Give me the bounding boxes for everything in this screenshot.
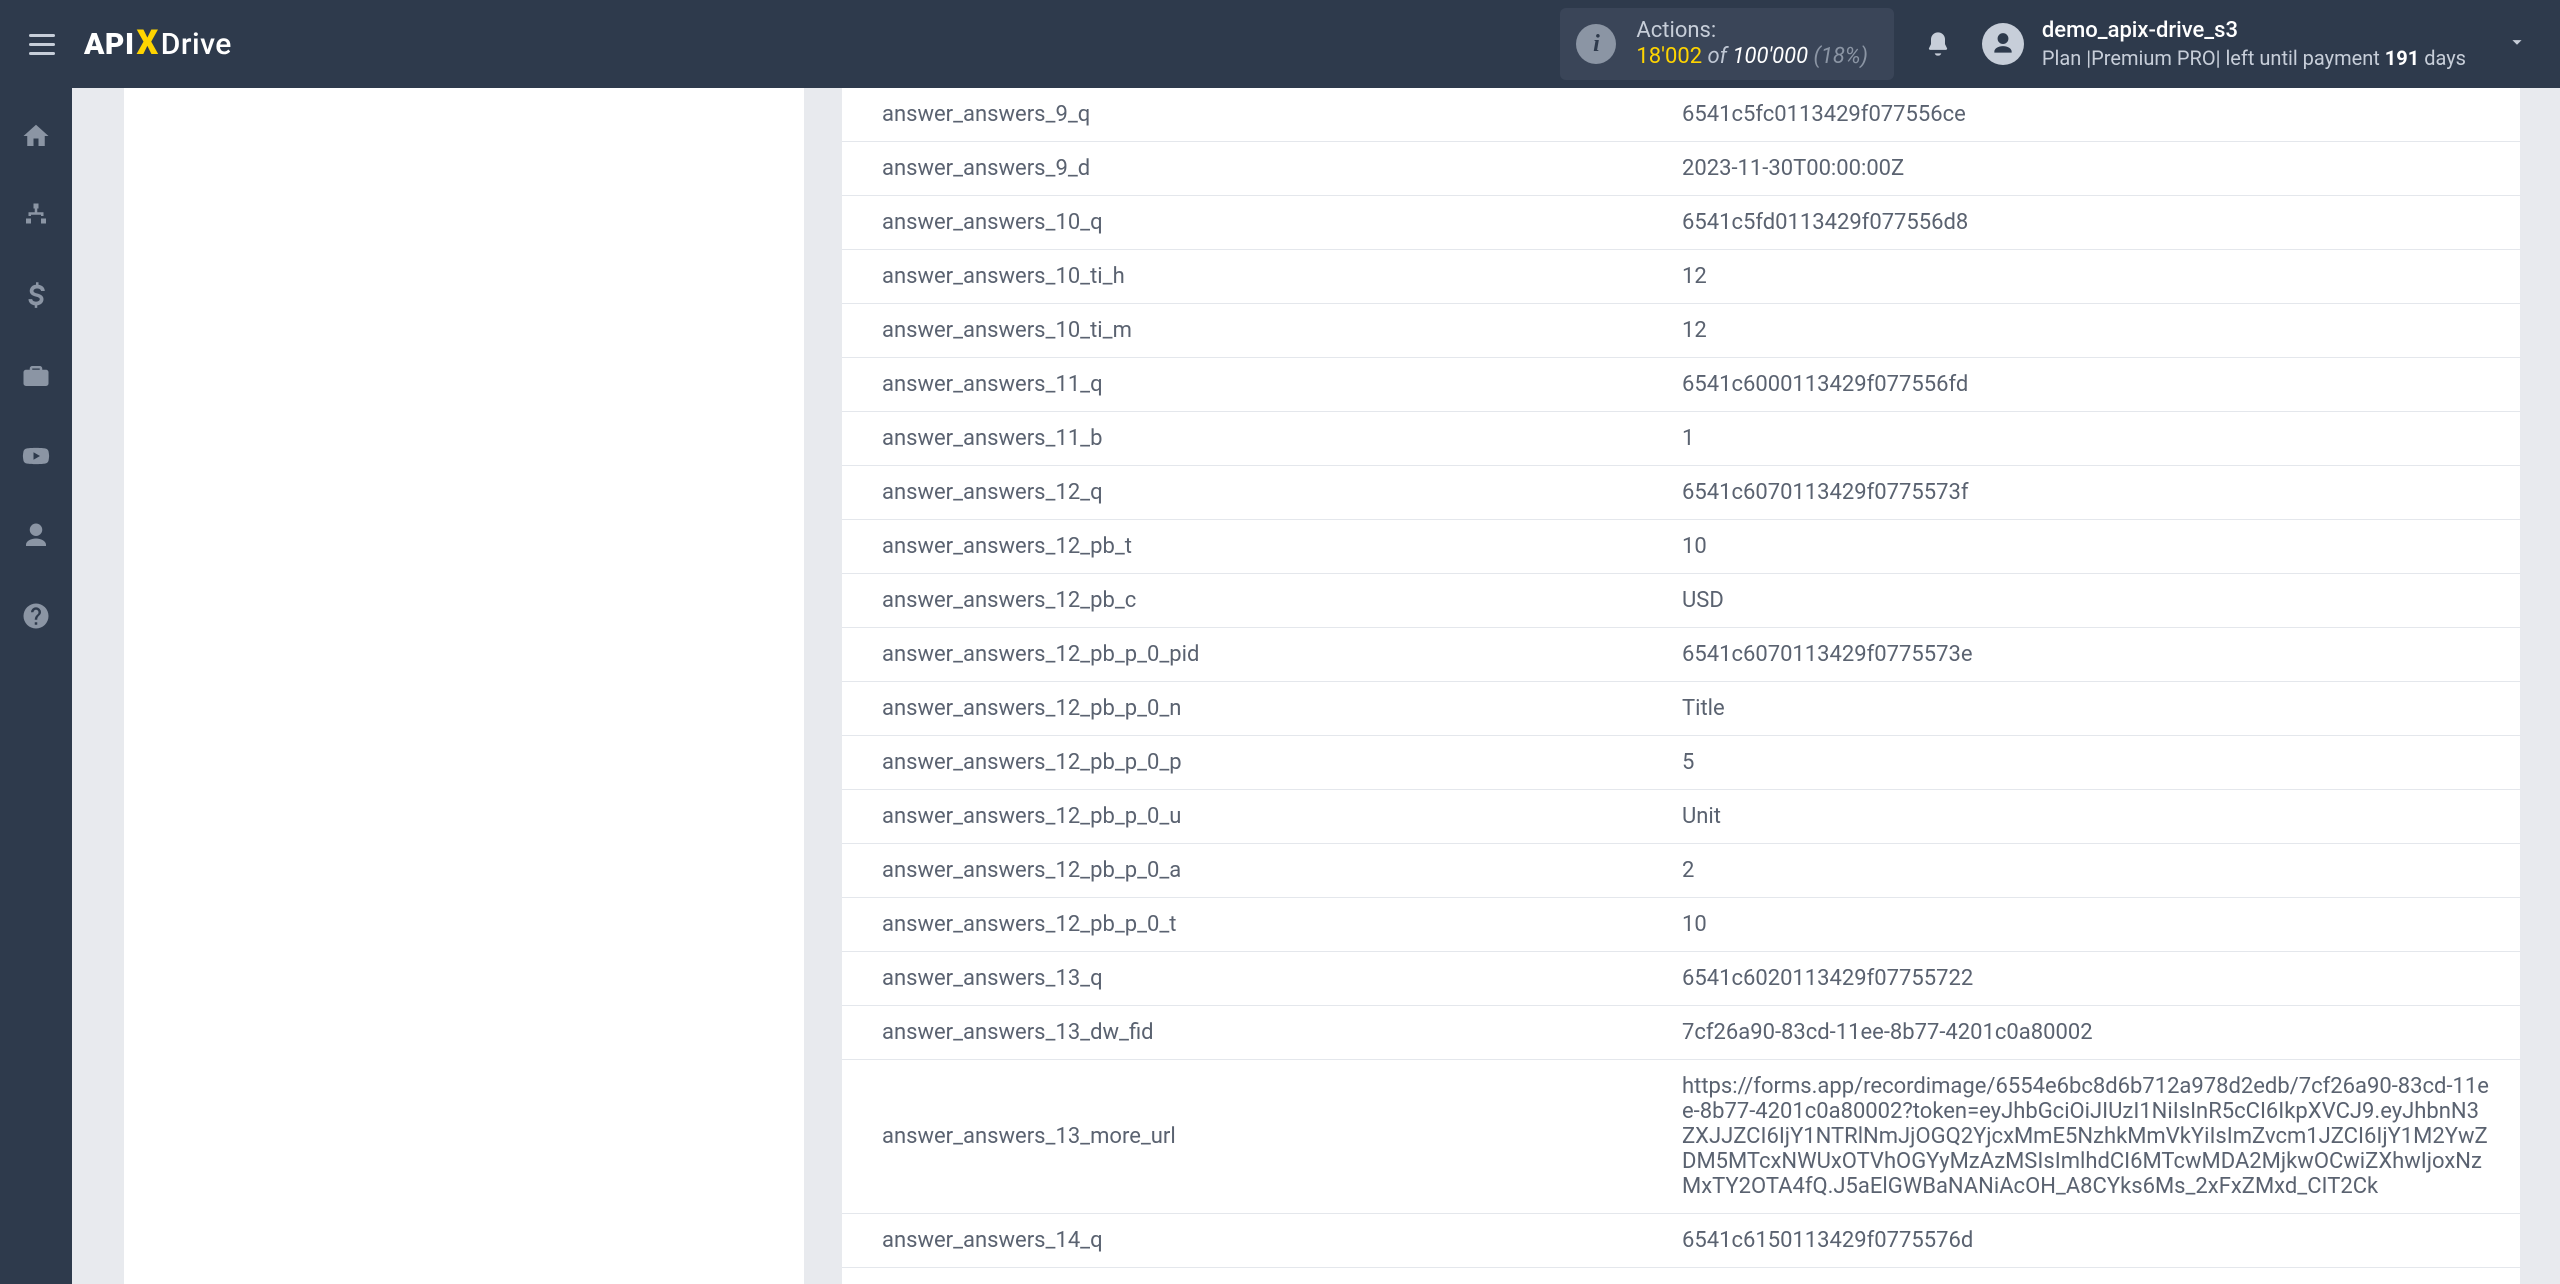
- table-row: answer_answers_12_pb_p_0_nTitle: [842, 682, 2520, 736]
- logo-x: X: [137, 23, 159, 63]
- table-row: answer_answers_14_g_0_c_0_cid6541c615011…: [842, 1268, 2520, 1284]
- row-key: answer_answers_12_pb_p_0_u: [842, 790, 1682, 844]
- row-key: answer_answers_11_q: [842, 358, 1682, 412]
- sitemap-icon[interactable]: [16, 196, 56, 236]
- info-icon: i: [1576, 24, 1616, 64]
- row-value: 6541c6070113429f0775573f: [1682, 466, 2520, 520]
- actions-text: Actions: 18'002 of 100'000 (18%): [1636, 18, 1868, 71]
- row-value: 10: [1682, 898, 2520, 952]
- question-icon[interactable]: [16, 596, 56, 636]
- table-row: answer_answers_12_pb_p_0_a2: [842, 844, 2520, 898]
- row-value: 2023-11-30T00:00:00Z: [1682, 142, 2520, 196]
- row-key: answer_answers_12_pb_c: [842, 574, 1682, 628]
- left-panel: [124, 88, 804, 1284]
- row-key: answer_answers_11_b: [842, 412, 1682, 466]
- row-key: answer_answers_13_q: [842, 952, 1682, 1006]
- username: demo_apix-drive_s3: [2042, 17, 2466, 46]
- row-key: answer_answers_14_g_0_c_0_cid: [842, 1268, 1682, 1284]
- chevron-down-icon[interactable]: [2506, 31, 2528, 57]
- row-value: 6541c6150113429f0775576a: [1682, 1268, 2520, 1284]
- row-value: 6541c6150113429f0775576d: [1682, 1214, 2520, 1268]
- table-row: answer_answers_10_ti_h12: [842, 250, 2520, 304]
- row-key: answer_answers_13_dw_fid: [842, 1006, 1682, 1060]
- logo-drive: Drive: [161, 27, 232, 62]
- row-key: answer_answers_12_pb_p_0_p: [842, 736, 1682, 790]
- avatar[interactable]: [1982, 23, 2024, 65]
- actions-pct: (18%): [1808, 44, 1868, 69]
- table-row: answer_answers_12_pb_t10: [842, 520, 2520, 574]
- row-value: 1: [1682, 412, 2520, 466]
- row-key: answer_answers_9_d: [842, 142, 1682, 196]
- row-value: Title: [1682, 682, 2520, 736]
- user-icon[interactable]: [16, 516, 56, 556]
- table-row: answer_answers_12_q6541c6070113429f07755…: [842, 466, 2520, 520]
- row-key: answer_answers_9_q: [842, 88, 1682, 142]
- actions-of: of: [1702, 44, 1732, 69]
- data-table: answer_answers_9_q6541c5fc0113429f077556…: [842, 88, 2520, 1284]
- table-row: answer_answers_9_d2023-11-30T00:00:00Z: [842, 142, 2520, 196]
- briefcase-icon[interactable]: [16, 356, 56, 396]
- row-value: 6541c6000113429f077556fd: [1682, 358, 2520, 412]
- row-value: Unit: [1682, 790, 2520, 844]
- table-row: answer_answers_14_q6541c6150113429f07755…: [842, 1214, 2520, 1268]
- table-row: answer_answers_10_q6541c5fd0113429f07755…: [842, 196, 2520, 250]
- row-key: answer_answers_12_pb_p_0_n: [842, 682, 1682, 736]
- actions-total: 100'000: [1732, 44, 1808, 69]
- row-value: 5: [1682, 736, 2520, 790]
- row-key: answer_answers_10_q: [842, 196, 1682, 250]
- row-value: USD: [1682, 574, 2520, 628]
- row-key: answer_answers_12_q: [842, 466, 1682, 520]
- dollar-icon[interactable]: [16, 276, 56, 316]
- row-key: answer_answers_12_pb_t: [842, 520, 1682, 574]
- table-row: answer_answers_12_pb_p_0_t10: [842, 898, 2520, 952]
- logo-api: API: [84, 27, 135, 62]
- table-row: answer_answers_11_b1: [842, 412, 2520, 466]
- actions-counter[interactable]: i Actions: 18'002 of 100'000 (18%): [1560, 8, 1894, 81]
- table-row: answer_answers_13_q6541c6020113429f07755…: [842, 952, 2520, 1006]
- plan-prefix: Plan |Premium PRO| left until payment: [2042, 46, 2385, 70]
- user-block: demo_apix-drive_s3 Plan |Premium PRO| le…: [2042, 17, 2466, 72]
- home-icon[interactable]: [16, 116, 56, 156]
- table-row: answer_answers_12_pb_p_0_pid6541c6070113…: [842, 628, 2520, 682]
- table-row: answer_answers_12_pb_cUSD: [842, 574, 2520, 628]
- youtube-icon[interactable]: [16, 436, 56, 476]
- row-value: 10: [1682, 520, 2520, 574]
- table-row: answer_answers_12_pb_p_0_uUnit: [842, 790, 2520, 844]
- plan-days: 191: [2385, 46, 2419, 70]
- table-row: answer_answers_9_q6541c5fc0113429f077556…: [842, 88, 2520, 142]
- table-row: answer_answers_10_ti_m12: [842, 304, 2520, 358]
- header-bar: API X Drive i Actions: 18'002 of 100'000…: [0, 0, 2560, 88]
- row-value: 6541c5fd0113429f077556d8: [1682, 196, 2520, 250]
- data-panel: answer_answers_9_q6541c5fc0113429f077556…: [842, 88, 2520, 1284]
- plan-suffix: days: [2419, 46, 2466, 70]
- row-value: 2: [1682, 844, 2520, 898]
- row-value: 6541c5fc0113429f077556ce: [1682, 88, 2520, 142]
- row-key: answer_answers_13_more_url: [842, 1060, 1682, 1214]
- row-key: answer_answers_12_pb_p_0_a: [842, 844, 1682, 898]
- row-value: 7cf26a90-83cd-11ee-8b77-4201c0a80002: [1682, 1006, 2520, 1060]
- row-key: answer_answers_10_ti_h: [842, 250, 1682, 304]
- main-area: answer_answers_9_q6541c5fc0113429f077556…: [72, 88, 2560, 1284]
- sidebar: [0, 88, 72, 1284]
- actions-used: 18'002: [1636, 44, 1702, 69]
- actions-label: Actions:: [1636, 18, 1868, 44]
- row-value: 12: [1682, 250, 2520, 304]
- table-row: answer_answers_13_more_urlhttps://forms.…: [842, 1060, 2520, 1214]
- row-key: answer_answers_14_q: [842, 1214, 1682, 1268]
- row-value: 6541c6020113429f07755722: [1682, 952, 2520, 1006]
- row-value: https://forms.app/recordimage/6554e6bc8d…: [1682, 1060, 2520, 1214]
- bell-icon[interactable]: [1924, 30, 1952, 58]
- row-key: answer_answers_10_ti_m: [842, 304, 1682, 358]
- row-value: 6541c6070113429f0775573e: [1682, 628, 2520, 682]
- row-value: 12: [1682, 304, 2520, 358]
- row-key: answer_answers_12_pb_p_0_t: [842, 898, 1682, 952]
- table-row: answer_answers_11_q6541c6000113429f07755…: [842, 358, 2520, 412]
- menu-icon[interactable]: [24, 26, 60, 62]
- row-key: answer_answers_12_pb_p_0_pid: [842, 628, 1682, 682]
- table-row: answer_answers_13_dw_fid7cf26a90-83cd-11…: [842, 1006, 2520, 1060]
- logo[interactable]: API X Drive: [84, 24, 232, 64]
- table-row: answer_answers_12_pb_p_0_p5: [842, 736, 2520, 790]
